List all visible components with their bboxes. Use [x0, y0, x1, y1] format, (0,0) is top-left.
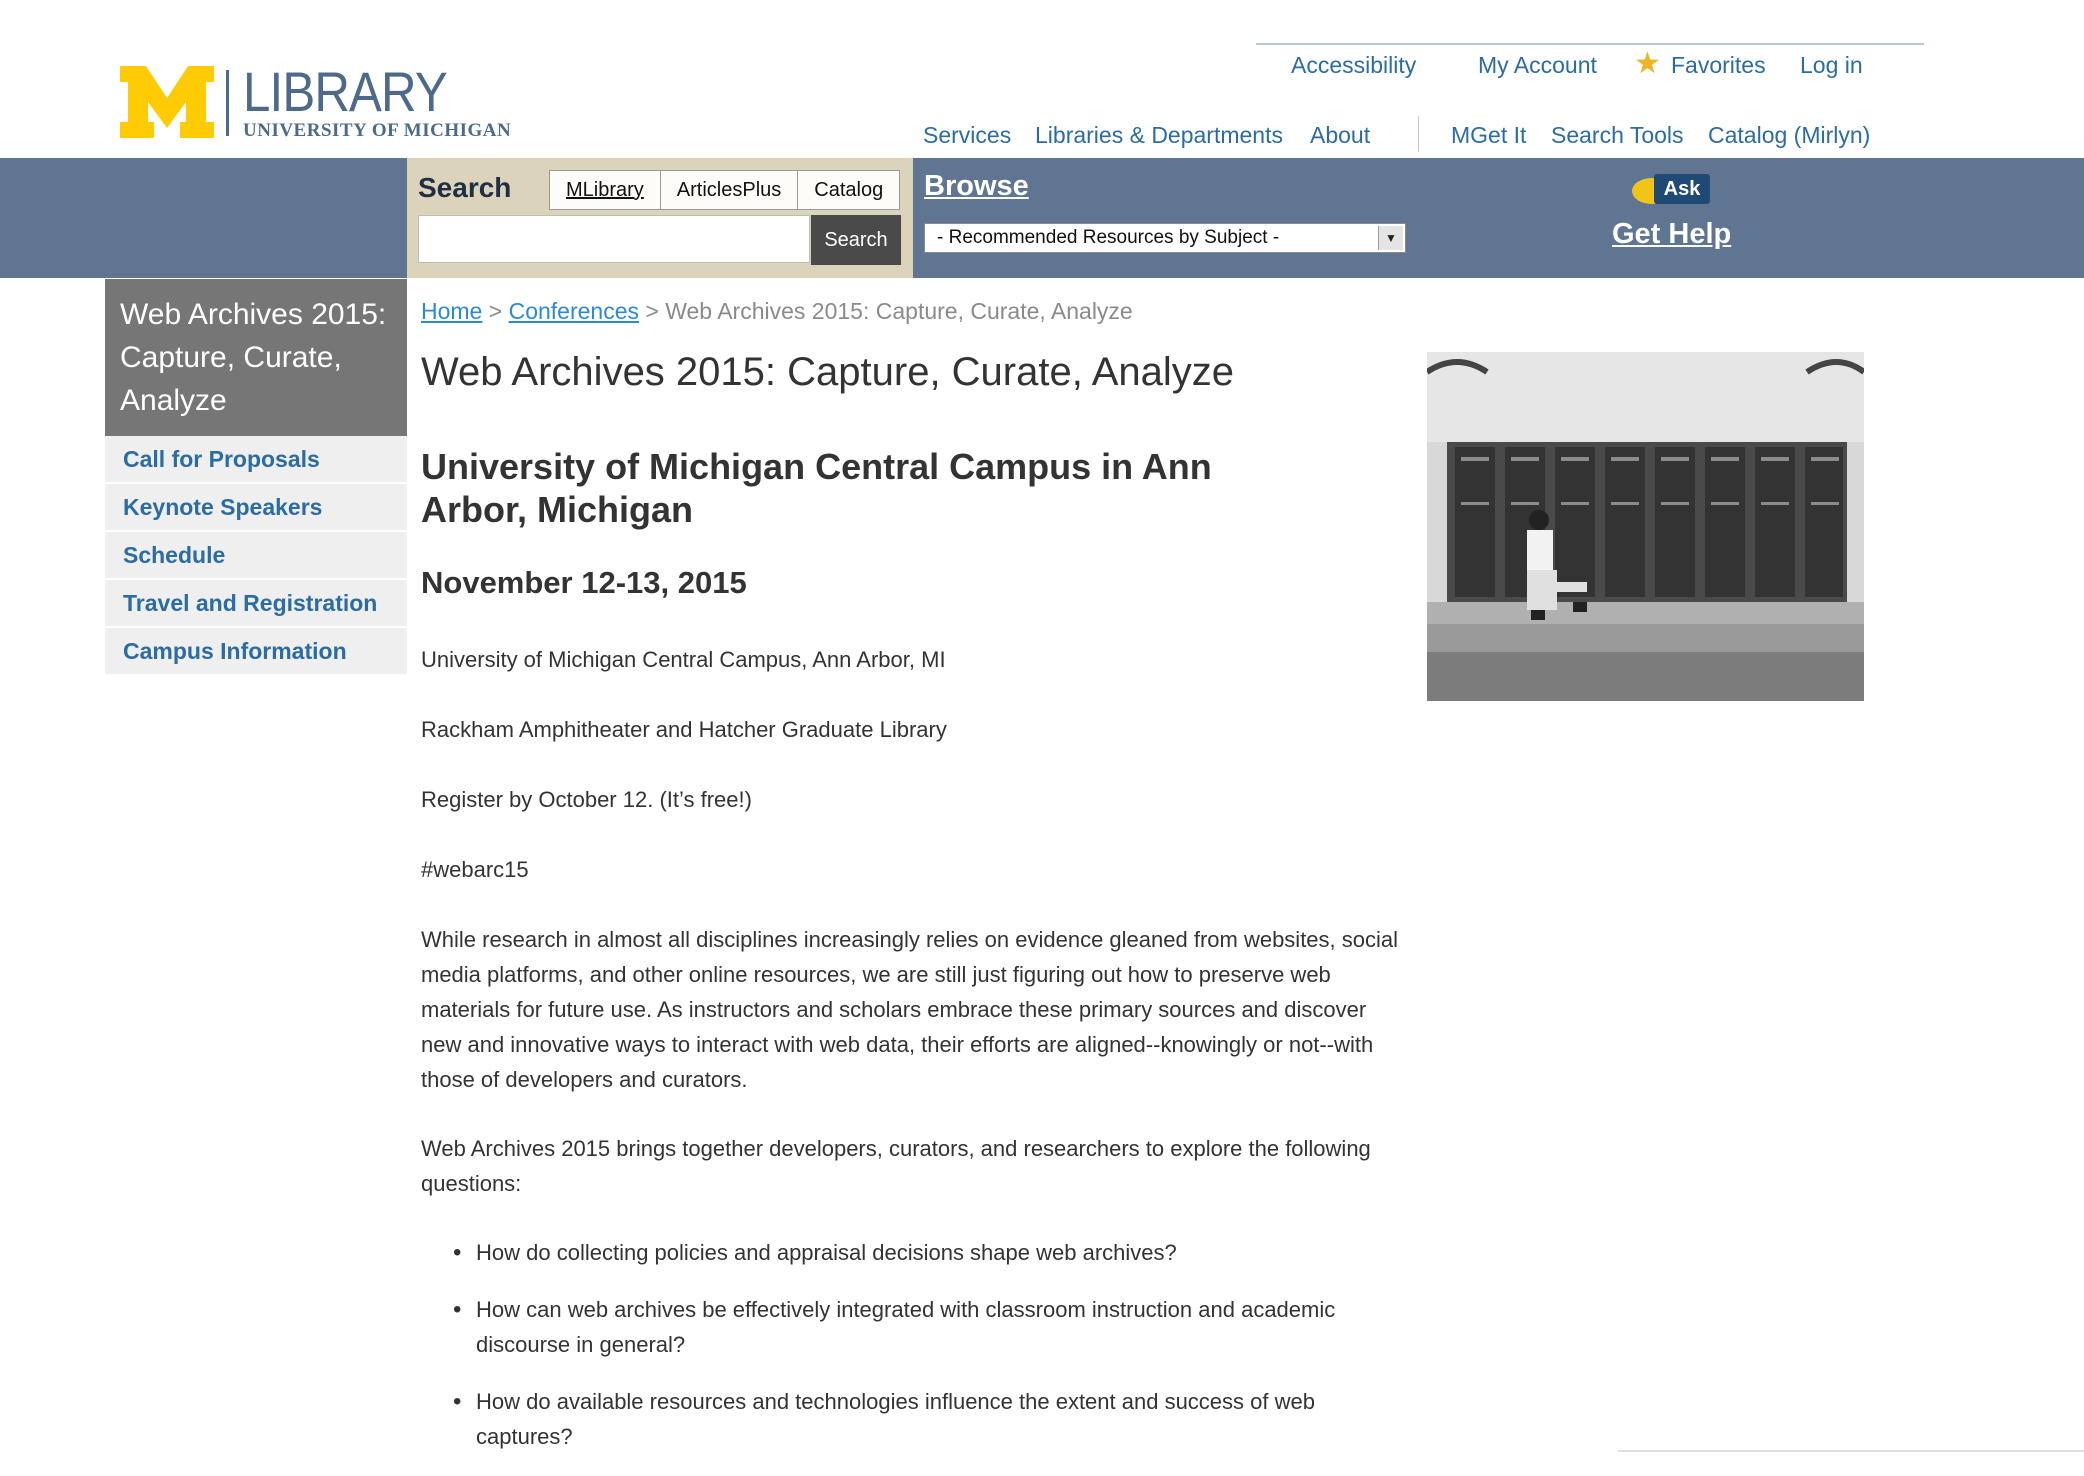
list-item: How can web archives be effectively inte…: [421, 1292, 1401, 1362]
breadcrumb-separator: >: [488, 298, 503, 324]
sidebar-title: Web Archives 2015: Capture, Curate, Anal…: [105, 279, 407, 436]
venue-heading: University of Michigan Central Campus in…: [421, 446, 1212, 530]
sidebar-item-schedule[interactable]: Schedule: [105, 532, 407, 579]
breadcrumb-separator: >: [645, 298, 659, 324]
nav-about[interactable]: About: [1310, 122, 1370, 149]
search-input[interactable]: [418, 215, 810, 263]
ask-icon[interactable]: Ask: [1654, 174, 1710, 204]
logo-library-text: LIBRARY: [243, 60, 448, 123]
tab-catalog[interactable]: Catalog: [798, 171, 900, 209]
location-text: University of Michigan Central Campus, A…: [421, 647, 946, 672]
logo-divider: [226, 70, 229, 136]
register-text: Register by October 12. (It’s free!): [421, 787, 752, 812]
breadcrumb-current: Web Archives 2015: Capture, Curate, Anal…: [665, 298, 1133, 324]
chevron-down-icon[interactable]: ▼: [1378, 226, 1403, 250]
sidebar-item-keynote-speakers[interactable]: Keynote Speakers: [105, 484, 407, 531]
block-m-logo-icon: [120, 66, 214, 138]
nav-libraries-departments[interactable]: Libraries & Departments: [1035, 122, 1283, 149]
nav-services[interactable]: Services: [923, 122, 1011, 149]
subject-select-value: - Recommended Resources by Subject -: [937, 227, 1280, 248]
conference-photo: [1427, 352, 1864, 701]
nav-catalog-mirlyn[interactable]: Catalog (Mirlyn): [1708, 122, 1870, 149]
list-item: How do collecting policies and appraisal…: [421, 1235, 1401, 1270]
list-item: How do available resources and technolog…: [421, 1384, 1401, 1454]
my-account-link[interactable]: My Account: [1478, 52, 1597, 79]
questions-list: How do collecting policies and appraisal…: [421, 1235, 1401, 1476]
dates-heading: November 12-13, 2015: [421, 565, 747, 600]
logo-university-text: UNIVERSITY OF MICHIGAN: [243, 120, 512, 141]
rooms-text: Rackham Amphitheater and Hatcher Graduat…: [421, 717, 947, 742]
nav-mget-it[interactable]: MGet It: [1451, 122, 1526, 149]
search-band: [0, 158, 2084, 278]
breadcrumb: Home > Conferences > Web Archives 2015: …: [421, 298, 1133, 325]
favorites-link[interactable]: Favorites: [1671, 52, 1766, 79]
tab-articlesplus[interactable]: ArticlesPlus: [660, 171, 799, 209]
nav-search-tools[interactable]: Search Tools: [1551, 122, 1684, 149]
search-scope-tabs: MLibrary ArticlesPlus Catalog: [549, 170, 901, 210]
sidebar-item-call-for-proposals[interactable]: Call for Proposals: [105, 436, 407, 483]
sidebar-item-travel-registration[interactable]: Travel and Registration: [105, 580, 407, 627]
questions-intro: Web Archives 2015 brings together develo…: [421, 1136, 1371, 1196]
nav-separator: [1418, 116, 1419, 152]
site-header: LIBRARY UNIVERSITY OF MICHIGAN Accessibi…: [0, 0, 2084, 158]
breadcrumb-conferences[interactable]: Conferences: [509, 298, 639, 324]
accessibility-link[interactable]: Accessibility: [1291, 52, 1416, 79]
intro-paragraph: While research in almost all disciplines…: [421, 927, 1399, 1092]
login-link[interactable]: Log in: [1800, 52, 1863, 79]
page-title: Web Archives 2015: Capture, Curate, Anal…: [421, 350, 1235, 394]
breadcrumb-home[interactable]: Home: [421, 298, 482, 324]
star-icon: ★: [1634, 47, 1661, 80]
tab-mlibrary[interactable]: MLibrary: [550, 171, 661, 209]
get-help-link[interactable]: Get Help: [1612, 218, 1731, 251]
subject-select[interactable]: - Recommended Resources by Subject - ▼: [924, 223, 1406, 253]
search-label: Search: [418, 172, 512, 203]
sidebar-menu: Call for Proposals Keynote Speakers Sche…: [105, 436, 407, 676]
bottom-divider: [1618, 1450, 2084, 1452]
utility-nav-divider: [1256, 43, 1924, 45]
browse-link[interactable]: Browse: [924, 170, 1029, 203]
library-logo[interactable]: LIBRARY UNIVERSITY OF MICHIGAN: [120, 60, 511, 141]
search-button[interactable]: Search: [811, 215, 901, 265]
sidebar-item-campus-information[interactable]: Campus Information: [105, 628, 407, 675]
hashtag-text: #webarc15: [421, 857, 529, 882]
